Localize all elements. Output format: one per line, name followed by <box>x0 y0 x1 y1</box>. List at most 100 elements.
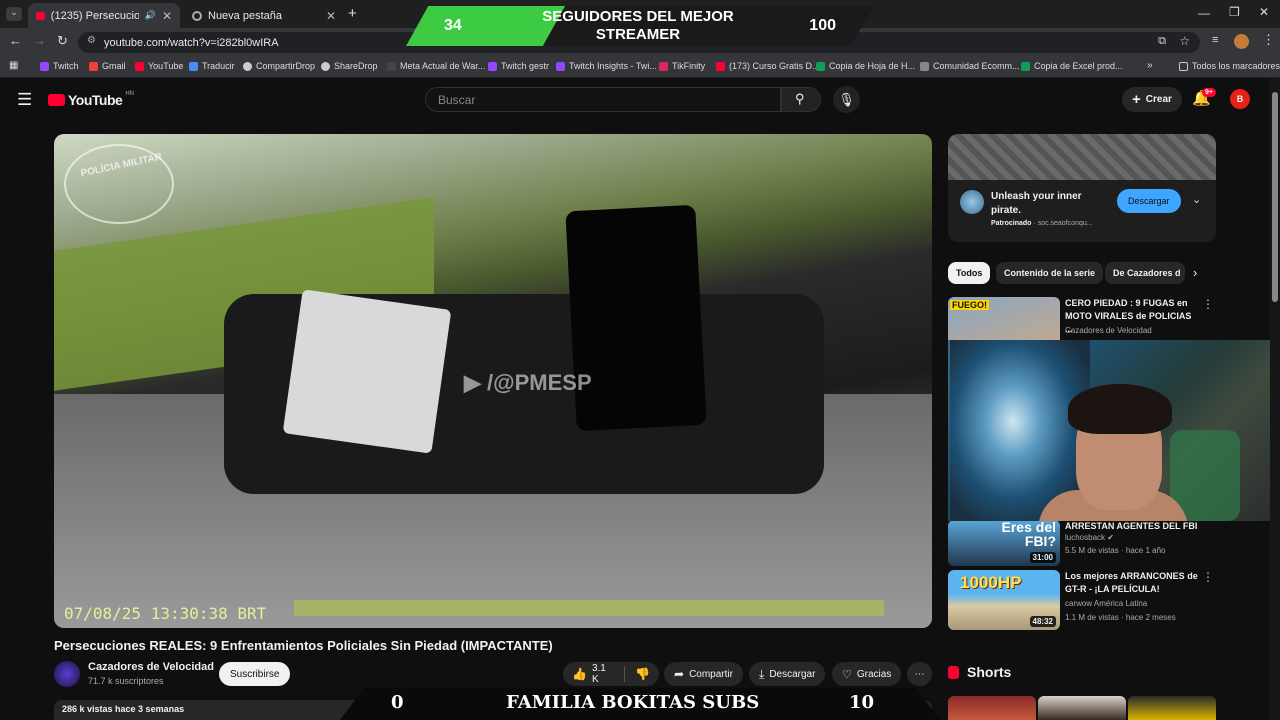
bookmark-item[interactable]: Gmail <box>89 61 126 71</box>
close-window-icon[interactable]: ✕ <box>1259 5 1269 19</box>
more-bookmarks-icon[interactable]: » <box>1147 60 1153 71</box>
apps-grid-icon[interactable]: ▦ <box>9 60 18 71</box>
share-icon: ➦ <box>674 667 685 681</box>
install-app-icon[interactable]: ⧉ <box>1158 35 1166 48</box>
notification-badge: 9+ <box>1202 88 1216 97</box>
bookmark-item[interactable]: ShareDrop <box>321 61 378 71</box>
sponsored-ad[interactable]: Unleash your inner pirate. Patrocinado ·… <box>948 134 1216 242</box>
chip-all[interactable]: Todos <box>948 262 991 284</box>
bookmark-item[interactable]: Comunidad Ecomm... <box>920 61 1020 71</box>
subscribe-button[interactable]: Suscribirse <box>219 662 291 686</box>
back-icon[interactable]: ← <box>9 33 22 48</box>
tab-label: Nueva pestaña <box>208 9 282 22</box>
video-duration: 48:32 <box>1029 616 1056 627</box>
war-icon <box>387 61 396 71</box>
close-tab-icon[interactable]: ✕ <box>162 9 172 23</box>
ad-sponsored-label: Patrocinado <box>991 220 1032 227</box>
bookmark-item[interactable]: Traducir <box>189 61 235 71</box>
page-scrollbar[interactable] <box>1270 78 1280 720</box>
shorts-label: Shorts <box>967 664 1012 680</box>
channel-avatar[interactable] <box>54 661 80 687</box>
subs-goal-overlay: 0 FAMILIA BOKITAS SUBS 10 <box>340 688 940 720</box>
tab-youtube[interactable]: (1235) Persecuciones REALE 🔊 ✕ <box>28 3 180 28</box>
forward-icon[interactable]: → <box>33 33 46 48</box>
minimize-icon[interactable]: — <box>1198 6 1210 20</box>
close-tab-icon[interactable]: ✕ <box>326 9 336 23</box>
profile-avatar[interactable] <box>1234 34 1249 49</box>
search-icon: ⚲ <box>795 91 805 106</box>
channel-name[interactable]: Cazadores de Velocidad <box>88 661 214 673</box>
video-player[interactable]: POLÍCIA MILITAR ▶ /@PMESP 07/08/25 13:30… <box>54 134 932 628</box>
follower-goal-overlay: 34 SEGUIDORES DEL MEJOR STREAMER 100 <box>406 6 874 46</box>
new-tab-plus-icon[interactable]: + <box>348 5 357 22</box>
account-avatar[interactable]: B <box>1230 89 1250 109</box>
voice-search-icon[interactable]: 🎙 <box>833 86 860 113</box>
share-button[interactable]: ➦ Compartir <box>664 662 743 686</box>
url-text: youtube.com/watch?v=i282bl0wIRA <box>104 36 279 49</box>
chip-channel[interactable]: De Cazadores d <box>1105 262 1185 284</box>
bookmark-item[interactable]: (173) Curso Gratis D... <box>716 61 820 71</box>
chevron-down-icon[interactable]: ⌄ <box>1192 193 1201 206</box>
all-bookmarks-folder[interactable]: Todos los marcadores <box>1179 61 1280 71</box>
related-meta: 5.5 M de vistas · hace 1 año <box>1065 546 1166 555</box>
thumbnail-text: 1000HP <box>960 573 1022 592</box>
video-timestamp: 07/08/25 13:30:38 BRT <box>64 604 267 623</box>
ad-title: Unleash your inner pirate. <box>991 191 1082 216</box>
more-options-icon[interactable]: ⋮ <box>1202 570 1214 584</box>
bookmark-item[interactable]: YouTube <box>135 61 183 71</box>
youtube-logo[interactable]: YouTube HN <box>48 91 134 108</box>
more-options-icon[interactable]: ⋮ <box>1202 297 1214 311</box>
like-count[interactable]: 3.1 K <box>592 663 614 685</box>
short-thumbnail[interactable] <box>1128 696 1216 720</box>
chevron-right-icon[interactable]: › <box>1193 265 1197 280</box>
restore-icon[interactable]: ❐ <box>1229 5 1240 19</box>
search-button[interactable]: ⚲ <box>781 87 821 112</box>
timestamp-strip <box>294 600 884 616</box>
police-seal-logo: POLÍCIA MILITAR <box>64 144 174 224</box>
dislike-icon[interactable]: 👎 <box>635 667 650 681</box>
download-label: Descargar <box>769 668 816 680</box>
chrome-menu-icon[interactable]: ⋮ <box>1262 32 1275 48</box>
bookmark-item[interactable]: CompartirDrop <box>243 61 315 71</box>
verified-icon: ✔ <box>1107 533 1114 542</box>
ad-download-button[interactable]: Descargar <box>1117 189 1181 213</box>
short-thumbnail[interactable] <box>1038 696 1126 720</box>
bookmark-item[interactable]: Twitch Insights - Twi... <box>556 61 657 71</box>
subs-target: 10 <box>849 692 875 713</box>
subs-title: FAMILIA BOKITAS SUBS <box>506 692 760 713</box>
search-input[interactable]: Buscar <box>425 87 781 112</box>
bookmark-star-icon[interactable]: ☆ <box>1179 34 1190 48</box>
like-icon[interactable]: 👍 <box>572 667 587 681</box>
media-controls-icon[interactable]: ≡ <box>1212 34 1218 46</box>
thanks-label: Gracias <box>856 668 892 680</box>
speaker-icon[interactable]: 🔊 <box>145 10 156 21</box>
bookmark-item[interactable]: Copia de Hoja de H... <box>816 61 915 71</box>
bookmark-item[interactable]: Copia de Excel prod... <box>1021 61 1123 71</box>
bookmark-item[interactable]: Meta Actual de War... <box>387 61 485 71</box>
related-video-3[interactable]: 1000HP 48:32 Los mejores ARRANCONES de G… <box>948 570 1218 630</box>
reload-icon[interactable]: ↻ <box>57 33 68 49</box>
chip-series[interactable]: Contenido de la serie <box>996 262 1104 284</box>
region-code: HN <box>125 91 134 97</box>
youtube-play-icon <box>48 94 65 106</box>
youtube-icon <box>135 61 144 71</box>
download-button[interactable]: ⤓ Descargar <box>749 662 826 686</box>
insights-icon <box>556 61 565 71</box>
short-thumbnail[interactable] <box>948 696 1036 720</box>
thanks-button[interactable]: ♡ Gracias <box>832 662 902 686</box>
shorts-header: Shorts <box>948 664 1011 680</box>
plus-icon: + <box>1132 91 1141 108</box>
translate-icon <box>189 61 198 71</box>
bookmark-item[interactable]: Twitch gestr <box>488 61 549 71</box>
twitch-icon <box>40 61 49 71</box>
bookmark-item[interactable]: Twitch <box>40 61 79 71</box>
video-frame-phone <box>565 204 707 432</box>
site-info-icon[interactable]: ⚙ <box>87 35 96 46</box>
more-actions-icon[interactable]: ⋯ <box>907 662 932 686</box>
hamburger-menu-icon[interactable]: ☰ <box>17 90 32 110</box>
scrollbar-thumb[interactable] <box>1272 92 1278 302</box>
tab-search-button[interactable]: ⌄ <box>6 7 22 21</box>
bookmark-item[interactable]: TikFinity <box>659 61 705 71</box>
create-button[interactable]: + Crear <box>1122 87 1182 112</box>
tab-new[interactable]: Nueva pestaña ✕ <box>184 3 344 28</box>
